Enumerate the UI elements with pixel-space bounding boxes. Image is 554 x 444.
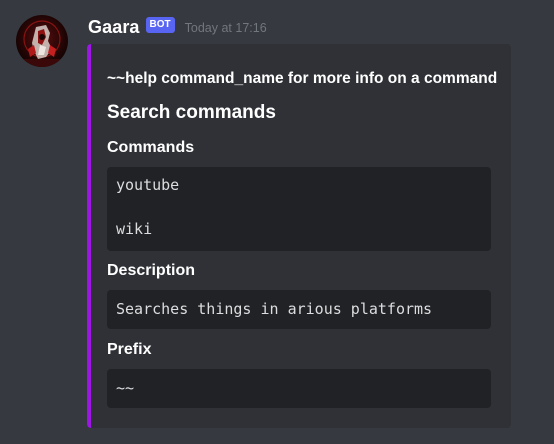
code-block-description: Searches things in arious platforms — [107, 290, 491, 329]
message-header: Gaara BOT Today at 17:16 — [88, 14, 267, 40]
description-text: Searches things in arious platforms — [116, 300, 433, 318]
field-name-prefix: Prefix — [107, 341, 152, 358]
field-name-description: Description — [107, 262, 196, 279]
message-timestamp: Today at 17:16 — [184, 21, 267, 35]
chat-message: Gaara BOT Today at 17:16 ~~help command_… — [0, 0, 554, 444]
field-name-commands: Commands — [107, 139, 195, 156]
code-block-commands: youtube wiki — [107, 167, 491, 251]
author-avatar[interactable] — [16, 15, 68, 67]
command-item: wiki — [116, 220, 153, 238]
author-name[interactable]: Gaara — [88, 17, 140, 38]
bot-badge: BOT — [145, 17, 175, 33]
embed-title: ~~help command_name for more info on a c… — [107, 70, 498, 87]
embed-card: ~~help command_name for more info on a c… — [87, 44, 511, 428]
code-block-prefix: ~~ — [107, 369, 491, 408]
gaara-avatar-icon — [16, 15, 68, 67]
prefix-text: ~~ — [116, 379, 135, 397]
embed-category-heading: Search commands — [107, 102, 276, 123]
command-item: youtube — [116, 176, 180, 194]
